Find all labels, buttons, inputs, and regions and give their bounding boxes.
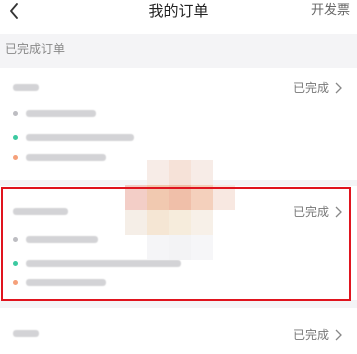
redacted-shop-name [13,84,39,91]
time-dot [13,237,18,242]
order-status-label: 已完成 [292,328,329,342]
order-status-label: 已完成 [292,205,329,219]
redacted-shop-name [13,330,39,337]
time-dot [13,111,18,116]
chevron-right-icon [335,329,342,341]
dropoff-dot [13,280,18,285]
redacted-pickup-address [26,260,181,267]
order-card[interactable]: 已完成 [0,308,357,354]
redacted-dropoff-address [26,154,106,161]
order-status[interactable]: 已完成 [293,80,343,96]
pixelated-redaction [125,160,235,260]
dropoff-dot [13,155,18,160]
invoice-link[interactable]: 开发票 [311,2,350,20]
redacted-pickup-address [26,134,134,141]
pickup-dot [13,135,18,140]
order-status[interactable]: 已完成 [293,204,343,220]
chevron-right-icon [335,82,342,94]
chevron-right-icon [335,206,342,218]
redacted-time [26,110,96,117]
redacted-shop-name [13,208,68,215]
order-status[interactable]: 已完成 [293,327,343,343]
order-status-label: 已完成 [292,81,329,95]
section-heading: 已完成订单 [5,42,66,56]
page-title: 我的订单 [148,2,209,20]
top-bar: 我的订单 开发票 [0,0,357,34]
redacted-dropoff-address [26,279,106,286]
redacted-time [26,236,98,243]
pickup-dot [13,261,18,266]
